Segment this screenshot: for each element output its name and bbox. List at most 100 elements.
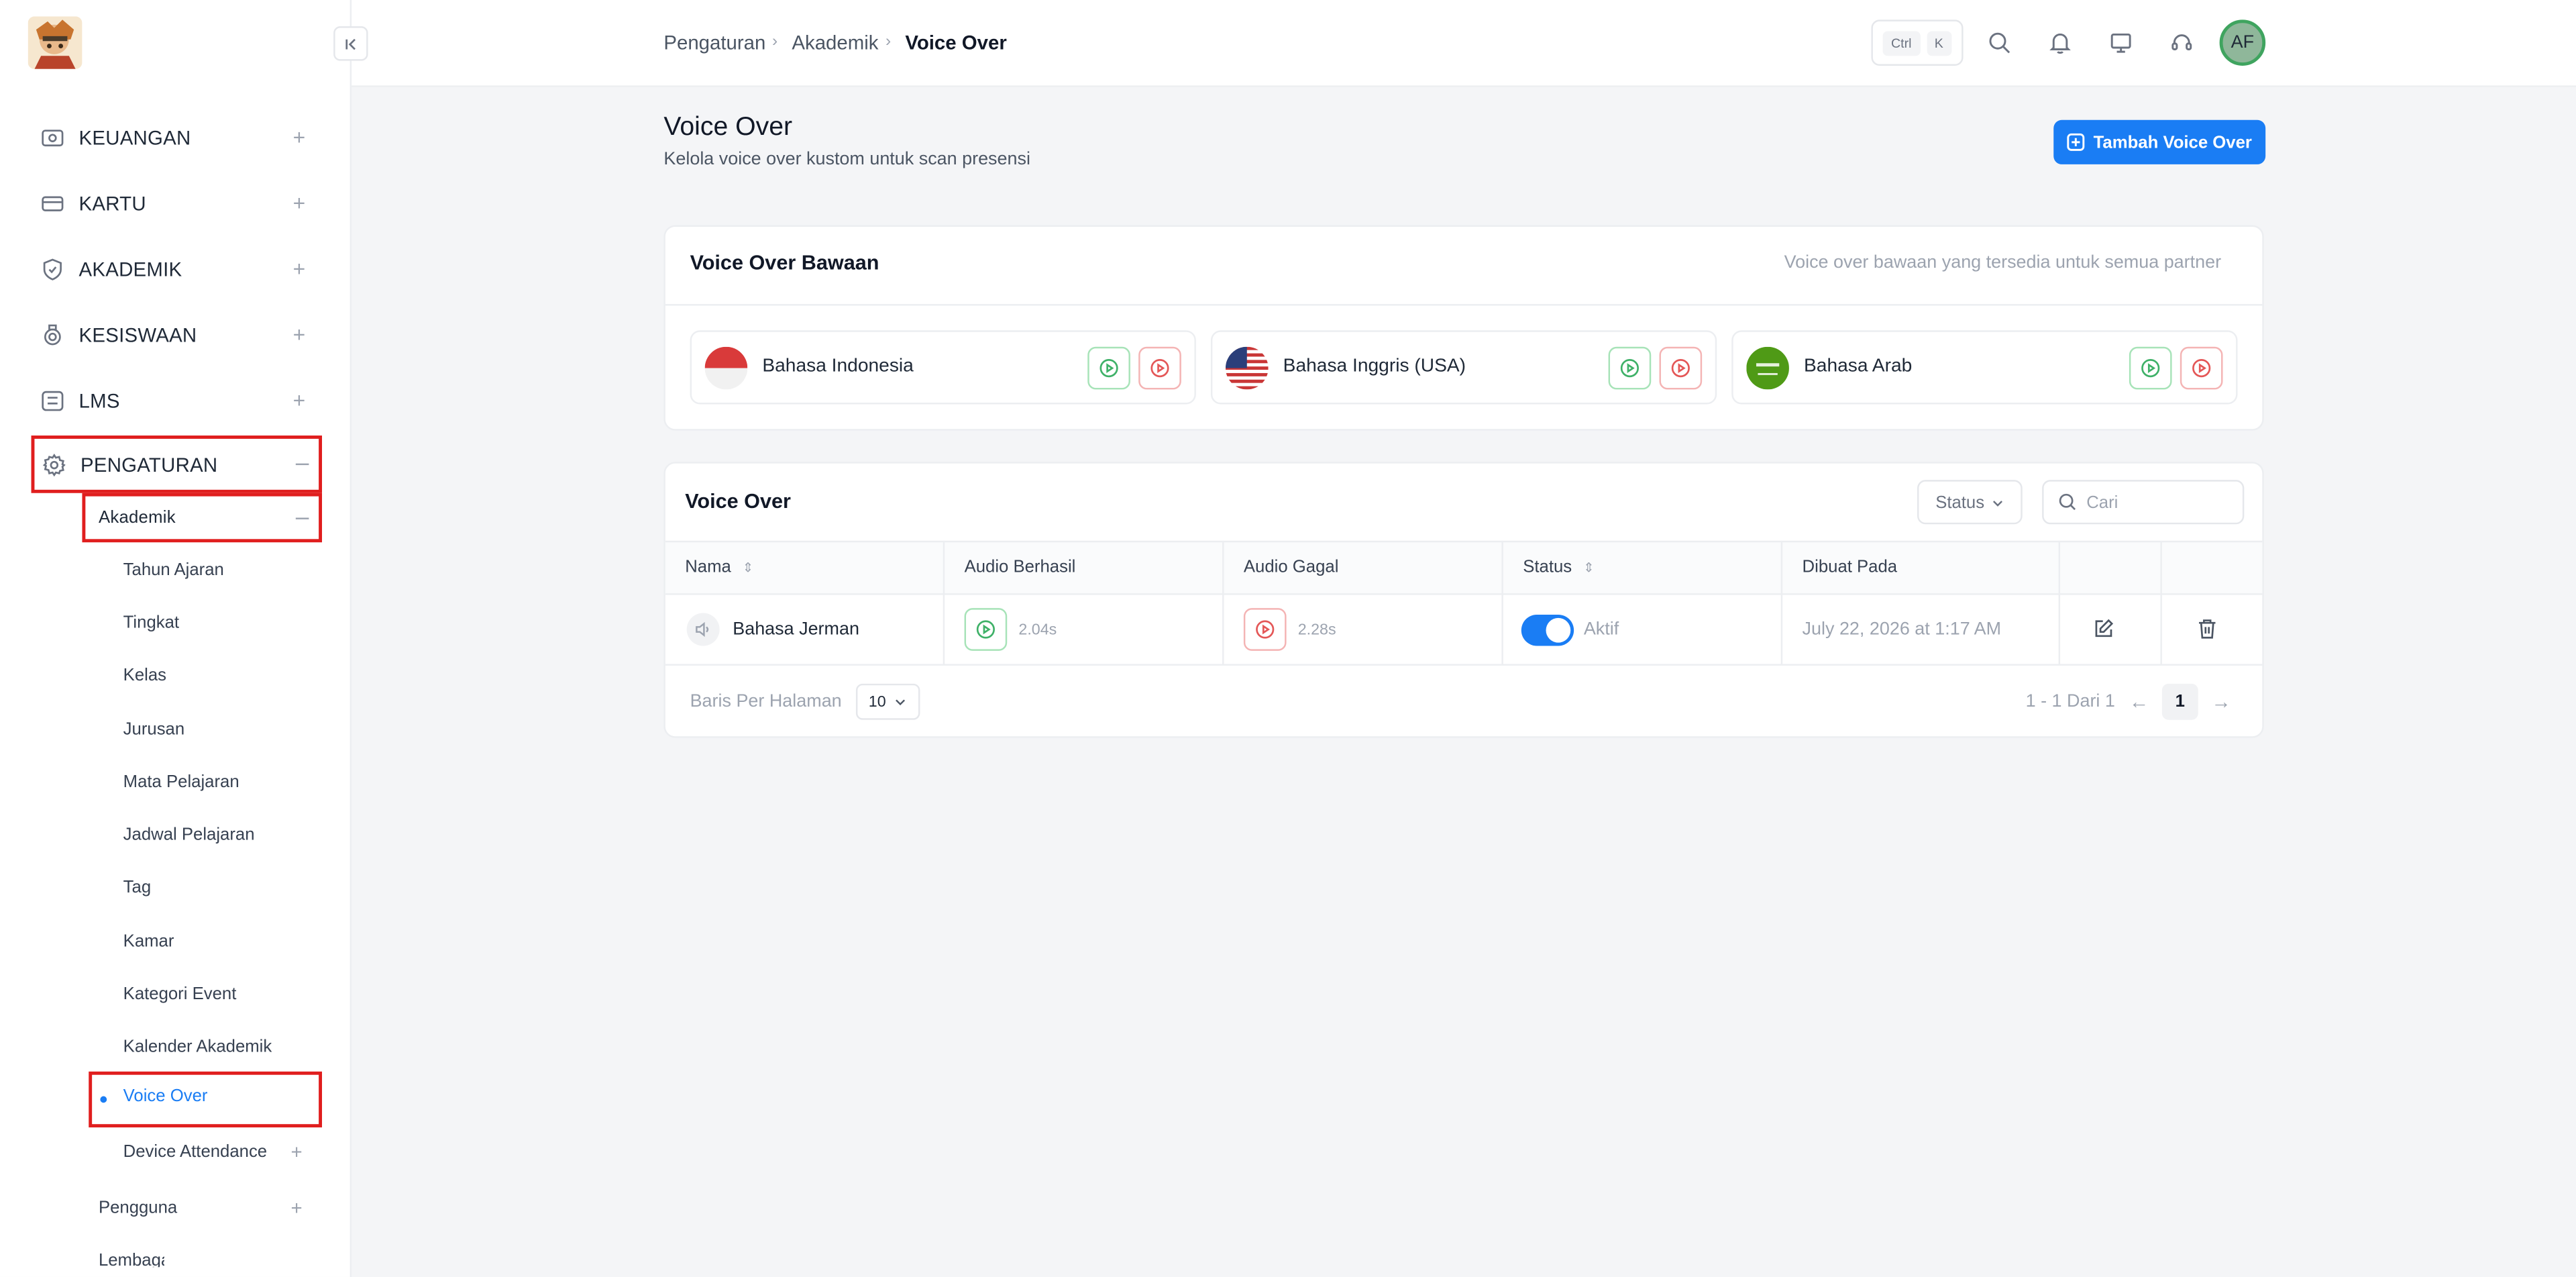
- sidebar-sub-mata-pelajaran[interactable]: Mata Pelajaran: [123, 769, 239, 795]
- expand-icon[interactable]: +: [290, 1194, 302, 1221]
- language-card-english: Bahasa Inggris (USA): [1210, 330, 1717, 405]
- table-card-title: Voice Over: [685, 489, 791, 513]
- chevron-down-icon: [896, 699, 906, 706]
- rows-per-page-label: Baris Per Halaman: [690, 692, 842, 712]
- play-success-button[interactable]: [2129, 346, 2172, 390]
- language-card-indonesia: Bahasa Indonesia: [690, 330, 1196, 405]
- sidebar-sub-voice-over-active[interactable]: Voice Over: [89, 1071, 323, 1128]
- expand-icon[interactable]: +: [293, 125, 306, 150]
- expand-icon[interactable]: +: [293, 388, 306, 413]
- expand-icon[interactable]: +: [293, 256, 306, 281]
- breadcrumb-akademik[interactable]: Akademik: [792, 32, 878, 54]
- search-field[interactable]: [2042, 480, 2245, 525]
- sidebar-item-keuangan[interactable]: KEUANGAN +: [33, 113, 315, 162]
- active-dot: [100, 1096, 107, 1103]
- expand-icon[interactable]: +: [290, 1139, 302, 1165]
- play-fail-button[interactable]: [1138, 346, 1181, 390]
- sidebar-item-akademik[interactable]: AKADEMIK +: [33, 245, 315, 294]
- sidebar-item-kartu[interactable]: KARTU +: [33, 179, 315, 228]
- arrow-left-icon[interactable]: ←: [2129, 691, 2149, 713]
- sidebar-sub-jurusan[interactable]: Jurusan: [123, 717, 184, 743]
- sidebar-item-label: KESISWAAN: [78, 323, 197, 347]
- sidebar-sub-kamar[interactable]: Kamar: [123, 929, 174, 955]
- flag-indonesia-icon: [704, 346, 748, 390]
- expand-icon[interactable]: +: [293, 191, 306, 215]
- sidebar-item-lms[interactable]: LMS +: [33, 376, 315, 425]
- play-fail-button[interactable]: [2180, 346, 2223, 390]
- sort-icon[interactable]: ⇕: [1583, 560, 1594, 575]
- breadcrumb-pengaturan[interactable]: Pengaturan: [663, 32, 765, 54]
- sidebar-subgroup-akademik[interactable]: Akademik: [82, 493, 323, 543]
- plus-square-icon: [2067, 133, 2085, 151]
- play-circle-icon: [2192, 359, 2211, 378]
- edit-icon[interactable]: [2093, 618, 2116, 641]
- arrow-right-icon[interactable]: →: [2211, 691, 2231, 713]
- kbd-k: K: [1926, 30, 1952, 56]
- command-palette-button[interactable]: Ctrl K: [1871, 19, 1964, 66]
- play-circle-icon: [1099, 359, 1118, 378]
- flag-saudi-icon: [1746, 346, 1789, 390]
- pagination-page-1[interactable]: 1: [2161, 683, 2198, 720]
- status-toggle[interactable]: [1521, 614, 1574, 646]
- sidebar-sub-tag[interactable]: Tag: [123, 874, 151, 901]
- sort-icon[interactable]: ⇕: [743, 560, 753, 575]
- card-icon: [40, 191, 66, 217]
- sidebar-item-kesiswaan[interactable]: KESISWAAN +: [33, 311, 315, 360]
- play-success-audio-button[interactable]: [964, 608, 1008, 651]
- user-avatar[interactable]: AF: [2219, 19, 2266, 66]
- sidebar-subgroup-cut[interactable]: Lembaga: [99, 1251, 164, 1267]
- play-circle-icon: [1256, 620, 1275, 639]
- search-icon: [2059, 493, 2076, 511]
- collapse-icon[interactable]: [295, 517, 309, 519]
- rows-per-page-select[interactable]: 10: [855, 683, 920, 720]
- language-name: Bahasa Inggris (USA): [1283, 356, 1466, 376]
- list-icon: [40, 388, 66, 414]
- sidebar-sub-kalender-akademik[interactable]: Kalender Akademik: [123, 1033, 272, 1060]
- divider: [665, 304, 2263, 306]
- sidebar-subgroup-pengguna[interactable]: Pengguna +: [99, 1194, 319, 1221]
- play-fail-audio-button[interactable]: [1243, 608, 1287, 651]
- play-success-button[interactable]: [1087, 346, 1130, 390]
- status-filter-button[interactable]: Status: [1917, 480, 2023, 525]
- status-label: Aktif: [1583, 619, 1619, 640]
- expand-icon[interactable]: +: [293, 322, 306, 347]
- row-name: Bahasa Jerman: [733, 619, 859, 640]
- subgroup-label: Pengguna: [98, 1198, 178, 1218]
- add-voice-over-button[interactable]: Tambah Voice Over: [2053, 119, 2266, 164]
- play-fail-button[interactable]: [1659, 346, 1703, 390]
- column-label: Nama: [685, 557, 731, 577]
- trash-icon[interactable]: [2196, 618, 2219, 641]
- search-icon[interactable]: [1984, 28, 2014, 58]
- monitor-icon[interactable]: [2106, 28, 2136, 58]
- play-circle-icon: [1671, 359, 1690, 378]
- success-duration: 2.04s: [1018, 621, 1057, 640]
- sidebar-sub-label: Device Attendance: [123, 1142, 268, 1162]
- bell-icon[interactable]: [2045, 28, 2075, 58]
- play-success-button[interactable]: [1608, 346, 1652, 390]
- sidebar-sub-jadwal-pelajaran[interactable]: Jadwal Pelajaran: [123, 822, 255, 848]
- collapse-sidebar-button[interactable]: [333, 26, 368, 61]
- play-circle-icon: [2141, 359, 2160, 378]
- sidebar-sub-device-attendance[interactable]: Device Attendance +: [123, 1139, 317, 1165]
- sidebar-item-label: PENGATURAN: [80, 452, 218, 476]
- subgroup-label: Akademik: [98, 507, 176, 528]
- headset-icon[interactable]: [2167, 28, 2196, 58]
- column-header-audio-berhasil: Audio Berhasil: [964, 557, 1076, 577]
- language-name: Bahasa Indonesia: [762, 356, 914, 376]
- sidebar-item-pengaturan[interactable]: PENGATURAN: [31, 436, 323, 493]
- language-card-arab: Bahasa Arab: [1731, 330, 2238, 405]
- badge-icon: [40, 322, 66, 348]
- collapse-icon[interactable]: [295, 463, 309, 466]
- sidebar-sub-label: Voice Over: [123, 1086, 208, 1107]
- sidebar-sub-kelas[interactable]: Kelas: [123, 662, 166, 688]
- sidebar-sub-tingkat[interactable]: Tingkat: [123, 610, 179, 636]
- app-logo[interactable]: [28, 16, 83, 69]
- column-header-nama[interactable]: Nama ⇕: [685, 557, 753, 576]
- search-input[interactable]: [2086, 492, 2218, 512]
- breadcrumb-voice-over: Voice Over: [905, 31, 1007, 54]
- sidebar-sub-tahun-ajaran[interactable]: Tahun Ajaran: [123, 557, 224, 583]
- sidebar-sub-kategori-event[interactable]: Kategori Event: [123, 981, 237, 1007]
- sidebar-item-label: KARTU: [78, 192, 146, 215]
- column-header-status[interactable]: Status ⇕: [1523, 557, 1594, 576]
- column-header-dibuat-pada: Dibuat Pada: [1802, 557, 1898, 577]
